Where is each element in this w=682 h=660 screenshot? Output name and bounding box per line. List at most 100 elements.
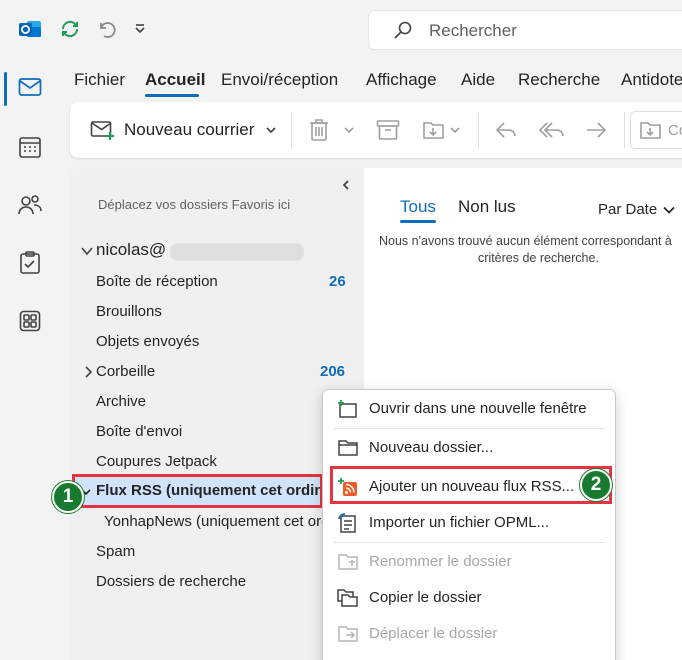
- highlight-add-rss: [330, 466, 612, 504]
- import-opml-icon: [337, 513, 359, 533]
- folder-trash[interactable]: Corbeille: [96, 363, 155, 380]
- quick-access-dropdown-icon[interactable]: [128, 16, 152, 42]
- menu-divider: [333, 428, 605, 429]
- tab-envoi-reception[interactable]: Envoi/réception: [221, 70, 338, 90]
- filter-tab-all[interactable]: Tous: [400, 197, 436, 217]
- move-to-folder-icon: [422, 119, 446, 141]
- folder-yonhapnews[interactable]: YonhapNews (uniquement cet ordinateur): [104, 513, 322, 535]
- forward-icon: [584, 119, 608, 141]
- menu-new-folder[interactable]: Nouveau dossier...: [323, 430, 615, 466]
- filter-tab-unread[interactable]: Non lus: [458, 197, 516, 217]
- tab-accueil[interactable]: Accueil: [145, 70, 205, 90]
- archive-icon: [376, 119, 400, 141]
- menu-open-new-window[interactable]: Ouvrir dans une nouvelle fenêtre: [323, 391, 615, 427]
- account-name[interactable]: nicolas@: [96, 240, 166, 260]
- menu-move-folder: Déplacer le dossier: [323, 616, 615, 652]
- new-mail-label: Nouveau courrier: [124, 120, 255, 139]
- copy-folder-icon: [337, 588, 359, 608]
- new-folder-icon: [337, 438, 359, 458]
- quick-steps-label: Co: [668, 121, 682, 139]
- folder-jetpack-clippings[interactable]: Coupures Jetpack: [96, 453, 217, 470]
- ribbon-toolbar: Nouveau courrier C: [70, 102, 682, 158]
- sort-label: Par Date: [598, 201, 658, 218]
- reply-icon: [494, 119, 518, 141]
- folder-inbox[interactable]: Boîte de réception: [96, 273, 218, 290]
- reply-button[interactable]: [494, 116, 518, 144]
- delete-button[interactable]: [308, 116, 354, 144]
- archive-button[interactable]: [376, 116, 400, 144]
- tasks-icon[interactable]: [13, 246, 47, 280]
- blurred-account-domain: [170, 243, 304, 261]
- favorites-hint: Déplacez vos dossiers Favoris ici: [98, 197, 291, 212]
- move-button[interactable]: [422, 116, 460, 144]
- undo-icon[interactable]: [94, 16, 118, 42]
- mail-icon[interactable]: [13, 70, 47, 104]
- new-mail-button[interactable]: Nouveau courrier: [90, 116, 276, 144]
- folder-spam[interactable]: Spam: [96, 543, 135, 560]
- tab-aide[interactable]: Aide: [461, 70, 495, 90]
- outlook-logo-icon: [18, 16, 42, 42]
- search-box[interactable]: Rechercher: [368, 10, 682, 50]
- folder-context-menu: Ouvrir dans une nouvelle fenêtre Nouveau…: [322, 389, 616, 660]
- folder-sent[interactable]: Objets envoyés: [96, 333, 199, 350]
- folder-drafts[interactable]: Brouillons: [96, 303, 162, 320]
- empty-message-line1: Nous n'avons trouvé aucun élément corres…: [379, 234, 672, 248]
- chevron-down-icon[interactable]: [80, 244, 94, 262]
- search-icon: [393, 20, 413, 45]
- title-bar: Rechercher: [0, 0, 682, 60]
- sync-icon[interactable]: [58, 16, 82, 42]
- open-new-window-icon: [337, 399, 359, 419]
- tab-affichage[interactable]: Affichage: [366, 70, 437, 90]
- menu-import-opml[interactable]: Importer un fichier OPML...: [323, 505, 615, 541]
- menu-label: Nouveau dossier...: [369, 439, 494, 456]
- step-2-badge: 2: [580, 469, 612, 501]
- rename-folder-icon: [337, 552, 359, 572]
- menu-copy-folder[interactable]: Copier le dossier: [323, 580, 615, 616]
- toolbar-separator: [291, 112, 292, 148]
- new-mail-icon: [90, 119, 116, 141]
- active-tab-indicator: [145, 94, 199, 97]
- toolbar-separator: [624, 112, 625, 148]
- rail-active-indicator: [4, 72, 7, 106]
- chevron-down-icon[interactable]: [266, 126, 276, 134]
- quick-steps-icon: [639, 119, 663, 141]
- calendar-icon[interactable]: [13, 130, 47, 164]
- sort-by-date-button[interactable]: Par Date: [598, 201, 675, 218]
- reply-all-button[interactable]: [538, 116, 566, 144]
- menu-label: Copier le dossier: [369, 589, 482, 606]
- inbox-unread-count: 26: [329, 273, 346, 290]
- toolbar-separator: [478, 112, 479, 148]
- move-folder-icon: [337, 624, 359, 644]
- chevron-down-icon[interactable]: [344, 126, 354, 134]
- chevron-down-icon: [663, 206, 675, 214]
- menu-label: Importer un fichier OPML...: [369, 514, 550, 531]
- menu-label: Déplacer le dossier: [369, 625, 498, 642]
- menu-label: Ouvrir dans une nouvelle fenêtre: [369, 400, 587, 417]
- menu-divider: [333, 542, 605, 543]
- tab-recherche[interactable]: Recherche: [518, 70, 600, 90]
- reply-all-icon: [538, 119, 566, 141]
- search-placeholder: Rechercher: [429, 21, 517, 40]
- quick-steps-box[interactable]: Co: [630, 111, 682, 149]
- step-1-badge: 1: [52, 481, 84, 513]
- menu-label: Renommer le dossier: [369, 553, 512, 570]
- folder-yonhapnews-label: YonhapNews (uniquement cet ordinateur): [104, 513, 322, 530]
- menu-rename-folder: Renommer le dossier: [323, 544, 615, 580]
- folder-outbox[interactable]: Boîte d'envoi: [96, 423, 182, 440]
- chevron-right-icon[interactable]: [84, 365, 93, 383]
- empty-message-line2: critères de recherche.: [478, 251, 599, 265]
- chevron-down-icon[interactable]: [450, 126, 460, 134]
- folder-search-folders[interactable]: Dossiers de recherche: [96, 573, 246, 590]
- tab-antidote[interactable]: Antidote: [621, 70, 682, 90]
- filter-tab-indicator: [400, 220, 436, 223]
- app-rail: [0, 60, 60, 660]
- people-icon[interactable]: [13, 188, 47, 222]
- collapse-pane-icon[interactable]: [340, 178, 352, 196]
- trash-icon: [308, 118, 330, 142]
- trash-count: 206: [320, 363, 346, 380]
- tab-fichier[interactable]: Fichier: [74, 70, 125, 90]
- highlight-rss-folder: [72, 474, 323, 508]
- folder-archive[interactable]: Archive: [96, 393, 146, 410]
- apps-icon[interactable]: [13, 304, 47, 338]
- forward-button[interactable]: [584, 116, 608, 144]
